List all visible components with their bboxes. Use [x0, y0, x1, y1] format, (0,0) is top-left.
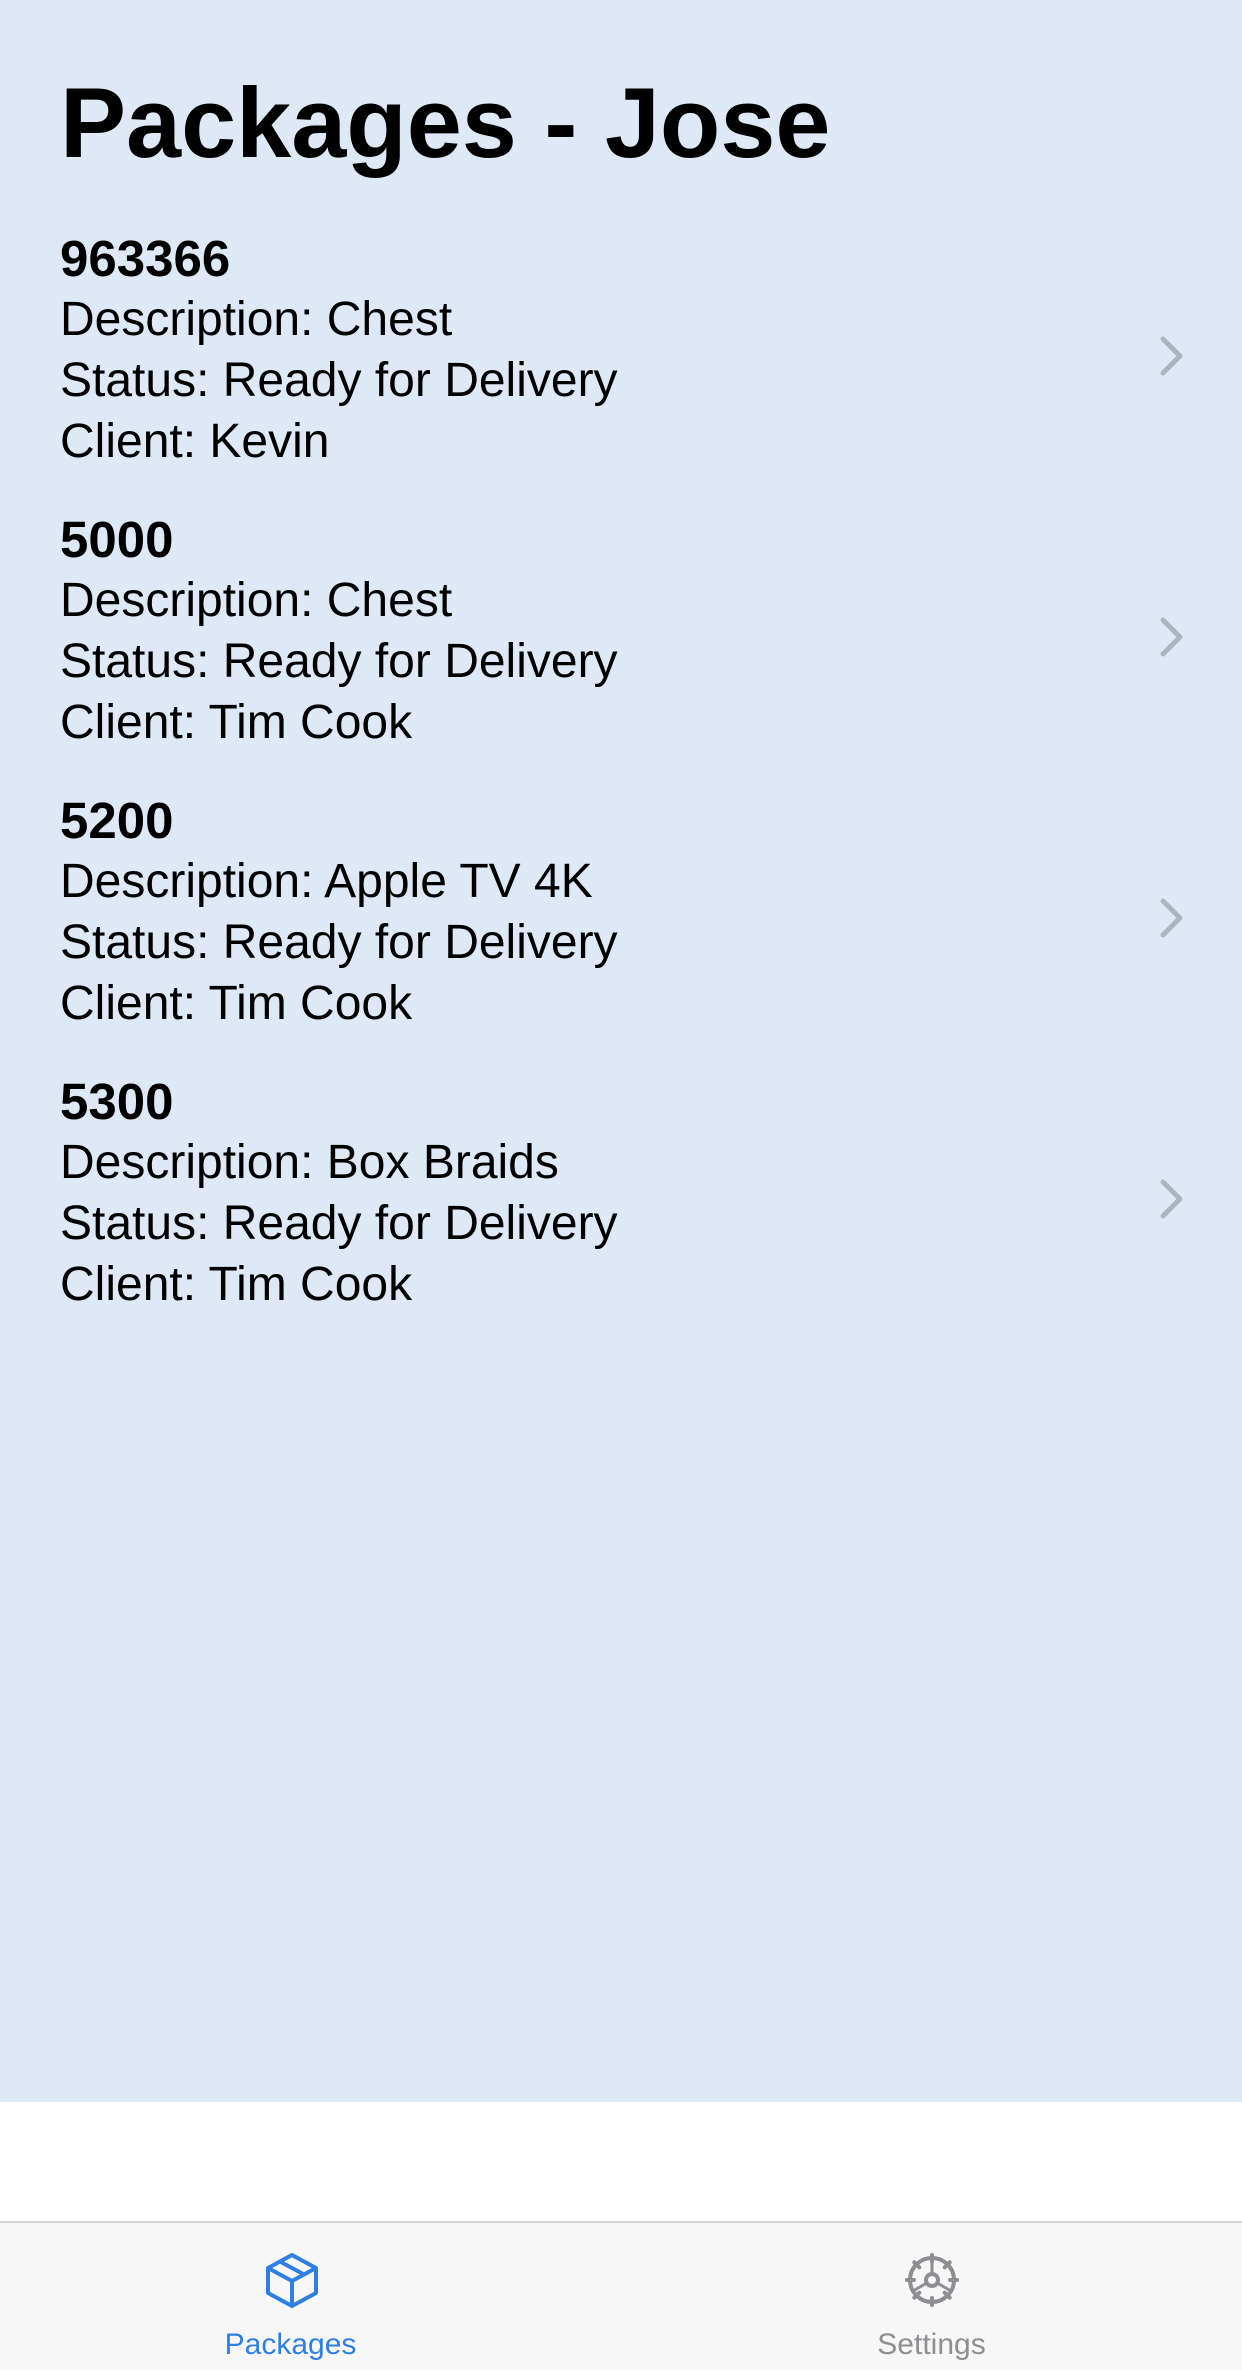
package-description: Description: Chest [60, 293, 453, 346]
package-description: Description: Apple TV 4K [60, 855, 593, 908]
chevron-right-icon [1160, 617, 1183, 657]
chevron-right-icon [1160, 1179, 1183, 1219]
package-status: Status: Ready for Delivery [60, 1197, 618, 1250]
package-status: Status: Ready for Delivery [60, 916, 618, 969]
tab-settings[interactable]: Settings [621, 2223, 1242, 2370]
package-description: Description: Box Braids [60, 1136, 559, 1189]
package-status: Status: Ready for Delivery [60, 635, 618, 688]
package-row[interactable]: 963366 Description: Chest Status: Ready … [0, 228, 1242, 509]
package-details: 5200 Description: Apple TV 4K Status: Re… [60, 790, 1120, 1034]
package-details: 5300 Description: Box Braids Status: Rea… [60, 1071, 1120, 1315]
chevron-right-icon [1160, 898, 1183, 938]
package-client: Client: Tim Cook [60, 977, 413, 1030]
package-client: Client: Kevin [60, 415, 330, 468]
package-id: 5300 [60, 1073, 174, 1130]
tab-packages[interactable]: Packages [0, 2223, 621, 2370]
package-client: Client: Tim Cook [60, 1258, 413, 1311]
package-id: 5000 [60, 511, 174, 568]
tab-label: Settings [877, 2328, 986, 2361]
package-row[interactable]: 5000 Description: Chest Status: Ready fo… [0, 509, 1242, 790]
gear-icon [904, 2253, 959, 2307]
tab-label: Packages [224, 2328, 357, 2361]
package-icon [265, 2253, 318, 2308]
package-details: 963366 Description: Chest Status: Ready … [60, 228, 1120, 472]
tab-bar: Packages Settings [0, 2221, 1242, 2370]
package-client: Client: Tim Cook [60, 696, 413, 749]
package-description: Description: Chest [60, 574, 453, 627]
package-list: 963366 Description: Chest Status: Ready … [0, 228, 1242, 1352]
page-title: Packages - Jose [60, 67, 831, 178]
package-status: Status: Ready for Delivery [60, 354, 618, 407]
package-id: 963366 [60, 230, 231, 287]
package-row[interactable]: 5300 Description: Box Braids Status: Rea… [0, 1071, 1242, 1352]
packages-screen: Packages - Jose 963366 Description: Ches… [0, 0, 1242, 2102]
package-details: 5000 Description: Chest Status: Ready fo… [60, 509, 1120, 753]
chevron-right-icon [1160, 336, 1183, 376]
package-row[interactable]: 5200 Description: Apple TV 4K Status: Re… [0, 790, 1242, 1071]
package-id: 5200 [60, 792, 174, 849]
